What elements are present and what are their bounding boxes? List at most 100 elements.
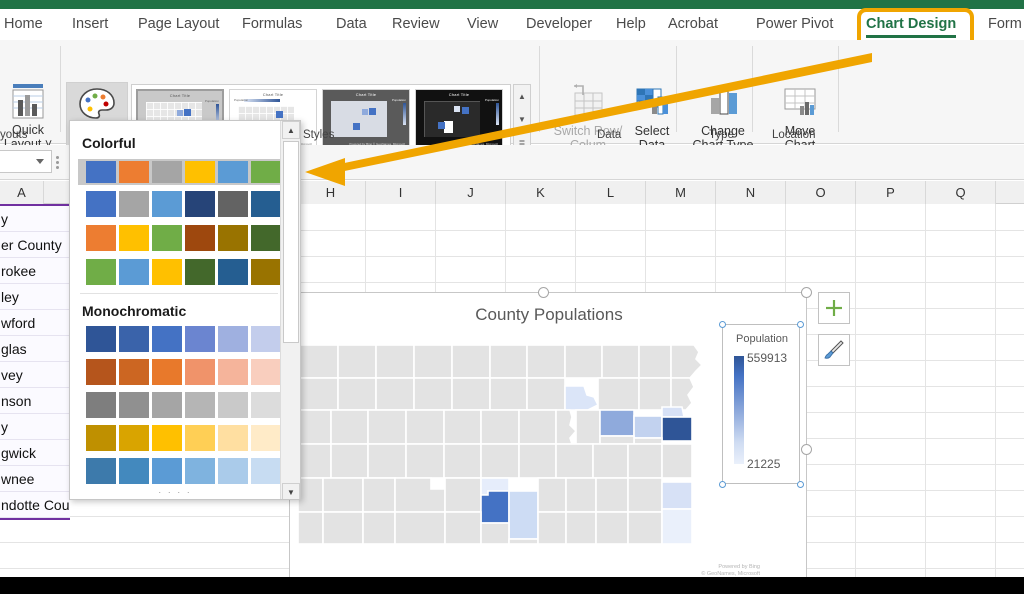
column-header-o[interactable]: O [786, 181, 856, 204]
cell-a-row-11[interactable]: wnee [0, 466, 70, 492]
column-header-a[interactable]: A [0, 181, 44, 204]
column-header-p[interactable]: P [856, 181, 926, 204]
move-chart-button[interactable]: Move Chart [761, 84, 839, 152]
cell-a-row-12[interactable]: ndotte Cou [0, 492, 70, 518]
chart-title[interactable]: County Populations [290, 305, 806, 325]
chart-style-thumb-4[interactable]: Chart Title Population Powered by Bing ©… [415, 89, 503, 149]
tab-data[interactable]: Data [332, 9, 371, 40]
cell-a-row-7[interactable]: vey [0, 362, 70, 388]
legend-handle-tl[interactable] [719, 321, 726, 328]
cell-a-row-1[interactable]: y [0, 206, 70, 232]
swatch [251, 259, 281, 285]
cell-a-row-5[interactable]: wford [0, 310, 70, 336]
brush-icon [824, 340, 844, 359]
swatch [152, 359, 182, 385]
legend-handle-bl[interactable] [719, 481, 726, 488]
gallery-scroll-down-button[interactable]: ▼ [514, 108, 530, 130]
chart-style-thumb-3[interactable]: Chart Title Population Powered by Bing ©… [322, 89, 410, 149]
plus-icon [826, 300, 842, 316]
tab-review[interactable]: Review [388, 9, 444, 40]
move-chart-icon [778, 84, 822, 120]
swatch [119, 225, 149, 251]
excel-window: Home Insert Page Layout Formulas Data Re… [0, 0, 1024, 594]
swatch [218, 161, 248, 183]
swatch [251, 359, 281, 385]
dropdown-scroll-thumb[interactable] [283, 141, 299, 343]
legend-max-value: 559913 [747, 351, 788, 365]
chart-handle-top-center[interactable] [538, 287, 549, 298]
formula-bar-expand-handle[interactable] [56, 156, 59, 159]
thumb-legend-title: Population [391, 98, 406, 102]
gallery-scrollbar[interactable]: ▲ ▼ ≣ [513, 84, 531, 154]
gallery-scroll-up-button[interactable]: ▲ [514, 85, 530, 107]
tab-formulas[interactable]: Formulas [238, 9, 306, 40]
cell-a-row-4[interactable]: ley [0, 284, 70, 310]
tab-power-pivot[interactable]: Power Pivot [752, 9, 837, 40]
cell-a-row-8[interactable]: nson [0, 388, 70, 414]
change-colors-dropdown[interactable]: Colorful Monochromatic · · · · ▲ ▼ [69, 120, 301, 500]
legend-handle-br[interactable] [797, 481, 804, 488]
swatch [218, 425, 248, 451]
chart-handle-top-right[interactable] [801, 287, 812, 298]
cell-a-row-3[interactable]: rokee [0, 258, 70, 284]
swatch [119, 458, 149, 484]
map-plot-area[interactable] [298, 339, 718, 554]
column-header-q[interactable]: Q [926, 181, 996, 204]
name-box[interactable] [0, 150, 52, 173]
chart-elements-button[interactable] [818, 292, 850, 324]
chart-legend[interactable]: Population 559913 21225 [722, 324, 800, 484]
select-data-button[interactable]: Select Data [613, 84, 691, 152]
column-header-k[interactable]: K [506, 181, 576, 204]
column-header-m[interactable]: M [646, 181, 716, 204]
dropdown-scroll-down-button[interactable]: ▼ [282, 483, 300, 499]
tab-page-layout[interactable]: Page Layout [134, 9, 223, 40]
legend-handle-tr[interactable] [797, 321, 804, 328]
cell-a-row-6[interactable]: glas [0, 336, 70, 362]
cell-a-row-9[interactable]: y [0, 414, 70, 440]
quick-layout-icon [7, 82, 49, 120]
tab-acrobat[interactable]: Acrobat [664, 9, 722, 40]
column-header-i[interactable]: I [366, 181, 436, 204]
column-header-n[interactable]: N [716, 181, 786, 204]
group-label-type: Type [709, 129, 734, 141]
map-attribution: Powered by Bing © GeoNames, Microsoft [701, 564, 760, 578]
column-header-h[interactable]: H [296, 181, 366, 204]
dropdown-heading-colorful: Colorful [82, 135, 136, 151]
swatch [251, 326, 281, 352]
chart-object[interactable]: County Populations Powered by Bing © Geo… [289, 292, 807, 582]
chart-handle-middle-right[interactable] [801, 444, 812, 455]
swatch [119, 191, 149, 217]
tab-insert[interactable]: Insert [68, 9, 112, 40]
chart-styles-button[interactable] [818, 334, 850, 366]
chevron-down-icon[interactable] [36, 159, 44, 164]
dropdown-scrollbar[interactable]: ▲ ▼ [280, 121, 300, 499]
swatch [218, 259, 248, 285]
tab-help[interactable]: Help [612, 9, 650, 40]
ribbon-separator-4 [752, 46, 753, 132]
swatch [218, 191, 248, 217]
swatch [218, 225, 248, 251]
switch-row-column-icon [566, 84, 610, 120]
tab-developer[interactable]: Developer [522, 9, 596, 40]
column-header-l[interactable]: L [576, 181, 646, 204]
swatch [152, 425, 182, 451]
change-chart-type-button[interactable]: Change Chart Type [684, 84, 762, 152]
tab-chart-design[interactable]: Chart Design [862, 9, 960, 40]
ribbon-separator-1 [60, 46, 61, 132]
swatch [86, 392, 116, 418]
cell-a-row-10[interactable]: gwick [0, 440, 70, 466]
thumb-legend-bar [403, 103, 406, 125]
color-palette-row-colorful-1[interactable] [78, 159, 286, 185]
swatch [152, 191, 182, 217]
tab-format[interactable]: Form [984, 9, 1024, 40]
swatch [86, 359, 116, 385]
selection-edge-bottom [0, 518, 70, 520]
tab-view[interactable]: View [463, 9, 502, 40]
swatch [152, 458, 182, 484]
column-header-j[interactable]: J [436, 181, 506, 204]
cell-a-row-2[interactable]: er County [0, 232, 70, 258]
thumb-map [331, 101, 387, 137]
group-label-chart-layouts: youts [0, 129, 28, 141]
tab-home[interactable]: Home [0, 9, 47, 40]
dropdown-scroll-up-button[interactable]: ▲ [282, 121, 300, 139]
